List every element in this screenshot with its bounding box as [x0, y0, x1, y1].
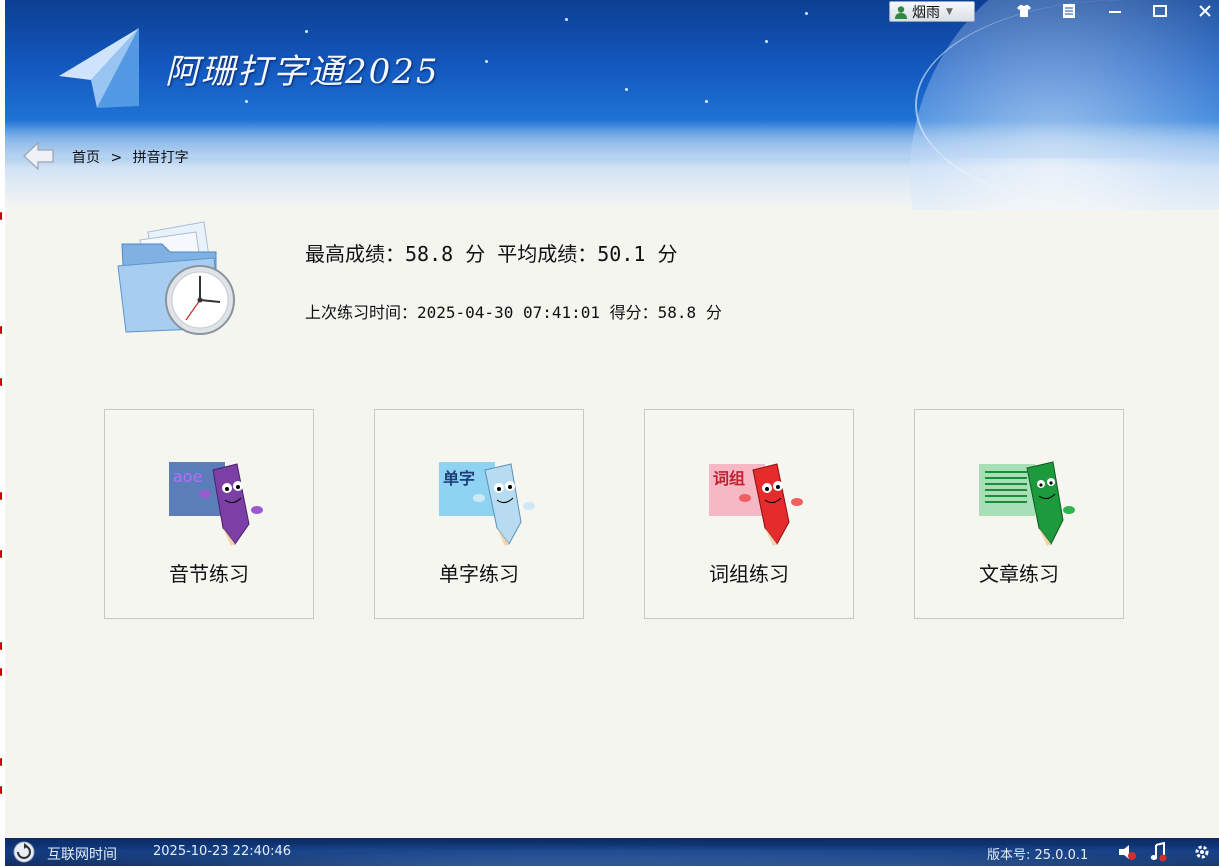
version-label: 版本号: 25.0.0.1 — [987, 848, 1089, 863]
breadcrumb-separator: > — [110, 150, 123, 166]
card-single-character-practice[interactable]: 单字 单字练习 — [374, 409, 584, 619]
blue-pencil-danzi-icon: 单字 — [439, 462, 535, 546]
card-syllable-practice[interactable]: aoe 音节练习 — [104, 409, 314, 619]
card-phrase-practice[interactable]: 词组 词组练习 — [644, 409, 854, 619]
card-label: 词组练习 — [709, 562, 789, 586]
history-clock-icon — [117, 221, 235, 335]
notes-icon[interactable] — [1055, 0, 1083, 22]
sync-time-icon[interactable] — [13, 841, 35, 863]
app-title: 阿珊打字通2025 — [165, 52, 440, 92]
svg-text:aoe: aoe — [173, 467, 202, 486]
best-average-score: 最高成绩：58.8 分 平均成绩：50.1 分 — [305, 242, 678, 266]
status-bar: 互联网时间 2025-10-23 22:40:46 版本号: 25.0.0.1 — [5, 838, 1219, 866]
user-avatar-icon — [895, 5, 907, 19]
breadcrumb-home[interactable]: 首页 — [72, 150, 100, 166]
music-note-icon[interactable] — [1150, 842, 1168, 862]
card-article-practice[interactable]: 文章练习 — [914, 409, 1124, 619]
paper-plane-logo-icon — [59, 28, 139, 108]
last-practice-info: 上次练习时间：2025-04-30 07:41:01 得分：58.8 分 — [305, 303, 722, 322]
settings-gear-icon[interactable] — [1193, 843, 1211, 861]
back-arrow-icon[interactable] — [22, 140, 56, 172]
card-label: 文章练习 — [979, 562, 1059, 586]
internet-time-label: 互联网时间 — [47, 847, 117, 863]
maximize-icon[interactable] — [1146, 0, 1174, 22]
breadcrumb-current: 拼音打字 — [132, 150, 189, 166]
user-name: 烟雨 — [912, 4, 940, 21]
close-icon[interactable] — [1191, 0, 1219, 22]
header-banner: 阿珊打字通2025 烟雨 ▼ — [5, 0, 1219, 210]
skin-icon[interactable] — [1010, 0, 1038, 22]
breadcrumb: 首页 > 拼音打字 — [72, 147, 195, 167]
purple-pencil-aoe-icon: aoe — [169, 462, 263, 546]
red-pencil-cizu-icon: 词组 — [709, 463, 803, 546]
user-account-button[interactable]: 烟雨 ▼ — [889, 1, 975, 22]
card-label: 单字练习 — [439, 562, 519, 586]
svg-text:单字: 单字 — [443, 469, 475, 488]
card-label: 音节练习 — [169, 562, 249, 586]
minimize-icon[interactable] — [1101, 0, 1129, 22]
svg-text:词组: 词组 — [713, 469, 745, 488]
left-edge-artifact — [0, 0, 5, 866]
app-window: 阿珊打字通2025 烟雨 ▼ 首页 > 拼音打字 最高成绩：58.8 分 平均成… — [0, 0, 1219, 866]
internet-time-value: 2025-10-23 22:40:46 — [153, 844, 292, 859]
chevron-down-icon: ▼ — [946, 6, 953, 17]
speaker-icon[interactable] — [1117, 843, 1137, 861]
green-pencil-article-icon — [979, 461, 1075, 546]
